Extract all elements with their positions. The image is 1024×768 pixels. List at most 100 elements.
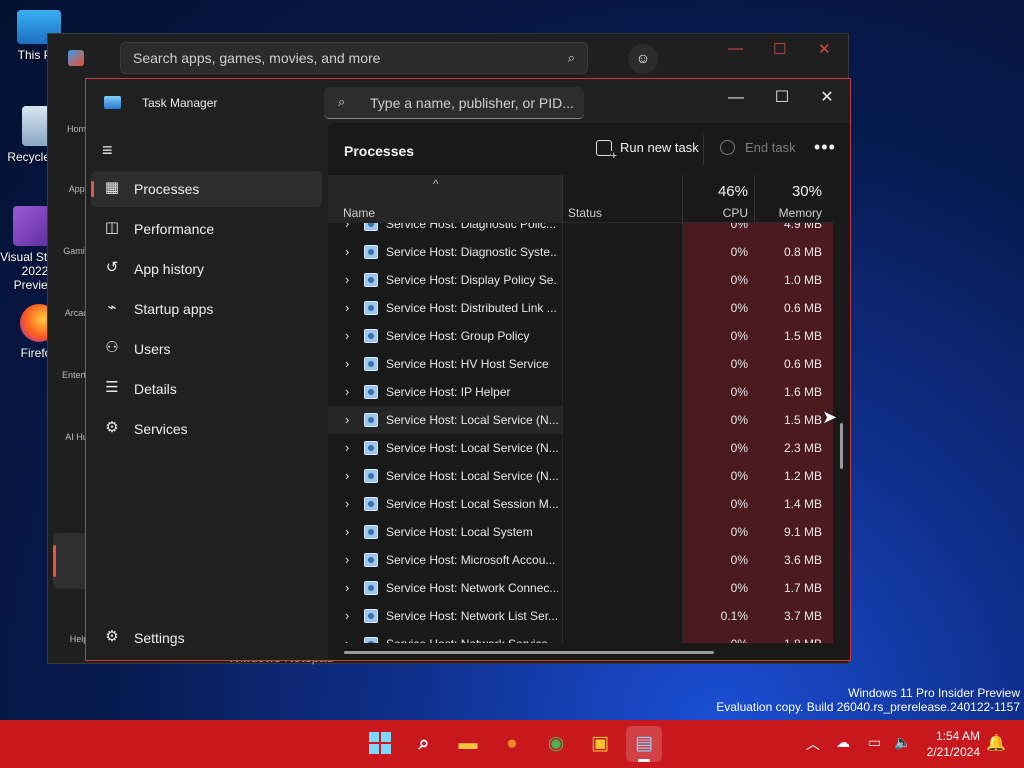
network-icon[interactable]: ▭ [868,734,881,751]
title-bar[interactable]: Task Manager ⌕ Type a name, publisher, o… [86,79,850,123]
process-row[interactable]: › Service Host: IP Helper 0% 1.6 MB [328,378,833,406]
expand-chevron-icon[interactable]: › [345,524,349,539]
nav-users[interactable]: ⚇ Users [91,331,322,367]
expand-chevron-icon[interactable]: › [345,244,349,259]
store-button[interactable]: ▣ [582,726,618,762]
process-row[interactable]: › Service Host: Network Connec... 0% 1.7 MB [328,574,833,602]
memory-total-percent[interactable]: 30% [754,183,822,200]
nav-label: App history [134,261,205,277]
chrome-button[interactable]: ◉ [538,726,574,762]
process-row[interactable]: › Service Host: Network Service 0% 1.8 MB [328,630,833,643]
expand-chevron-icon[interactable]: › [345,440,349,455]
expand-chevron-icon[interactable]: › [345,223,349,231]
column-divider [562,175,563,223]
clock[interactable]: 1:54 AM 2/21/2024 [927,728,980,760]
search-button[interactable]: ⌕ [406,726,442,762]
nav-details[interactable]: ☰ Details [91,371,322,407]
status-column-header[interactable]: Status [568,206,602,220]
file-explorer-button[interactable]: ▬ [450,726,486,762]
expand-chevron-icon[interactable]: › [345,468,349,483]
expand-chevron-icon[interactable]: › [345,412,349,427]
process-cpu: 0% [730,357,748,371]
firefox-button[interactable]: ● [494,726,530,762]
process-memory: 4.9 MB [783,223,822,231]
expand-chevron-icon[interactable]: › [345,496,349,511]
service-host-icon [364,441,378,455]
store-maximize-button[interactable]: ☐ [773,40,786,58]
expand-chevron-icon[interactable]: › [345,608,349,623]
process-cpu: 0% [730,273,748,287]
cpu-column-header[interactable]: CPU [682,206,748,220]
account-icon[interactable]: ☺ [628,44,658,74]
show-hidden-icons-chevron-icon[interactable]: ︿ [806,734,820,754]
expand-chevron-icon[interactable]: › [345,356,349,371]
process-row[interactable]: › Service Host: Local Service (N... 0% 1.5 … [328,406,833,434]
nav-startup-apps[interactable]: ⌁ Startup apps [91,291,322,327]
expand-chevron-icon[interactable]: › [345,300,349,315]
volume-muted-icon[interactable]: 🔈 [894,734,911,751]
horizontal-scrollbar[interactable] [344,651,714,654]
end-task-button[interactable]: End task [720,140,796,155]
expand-chevron-icon[interactable]: › [345,552,349,567]
service-host-icon [364,385,378,399]
name-column-header[interactable]: ^ Name [328,175,562,223]
service-host-icon [364,245,378,259]
process-row[interactable]: › Service Host: Diagnostic Polic... 0% 4.9 … [328,223,833,238]
start-button[interactable] [362,726,398,762]
notification-bell-icon[interactable]: 🔔 [986,733,1006,753]
memory-column-header[interactable]: Memory [754,206,822,220]
process-row[interactable]: › Service Host: Local Service (N... 0% 2.3 … [328,434,833,462]
cpu-total-percent[interactable]: 46% [682,183,748,200]
process-row[interactable]: › Service Host: HV Host Service 0% 0.6 MB [328,350,833,378]
nav-label: Details [134,381,177,397]
nav-services[interactable]: ⚙ Services [91,411,322,447]
process-row[interactable]: › Service Host: Local Service (N... 0% 1.2 … [328,462,833,490]
store-close-button[interactable]: ✕ [818,40,831,58]
service-host-icon [364,553,378,567]
maximize-button[interactable]: ☐ [759,83,805,113]
hamburger-menu-icon[interactable]: ≡ [102,141,120,159]
expand-chevron-icon[interactable]: › [345,384,349,399]
expand-chevron-icon[interactable]: › [345,580,349,595]
process-name: Service Host: Local Service (N... [386,413,558,427]
expand-chevron-icon[interactable]: › [345,272,349,287]
navigation-pane: ≡ ▦ Processes ◫ Performance ↺ App histor… [86,123,328,660]
process-name: Service Host: Network Service [386,637,558,643]
process-cpu: 0% [730,245,748,259]
task-manager-window[interactable]: Task Manager ⌕ Type a name, publisher, o… [85,78,851,661]
store-search-input[interactable]: Search apps, games, movies, and more ⌕ [120,42,588,74]
process-memory: 1.4 MB [783,497,822,511]
close-button[interactable]: ✕ [804,83,850,113]
process-name: Service Host: Diagnostic Polic... [386,223,557,231]
nav-settings[interactable]: ⚙ Settings [91,620,322,656]
process-row[interactable]: › Service Host: Distributed Link ... 0% 0.6… [328,294,833,322]
gear-icon: ⚙ [105,628,119,645]
nav-performance[interactable]: ◫ Performance [91,211,322,247]
process-row[interactable]: › Service Host: Network List Ser... 0.1% 3.… [328,602,833,630]
cloud-offline-icon[interactable]: ☁ [836,734,850,751]
nav-processes[interactable]: ▦ Processes [91,171,322,207]
expand-chevron-icon[interactable]: › [345,636,349,643]
process-memory: 9.1 MB [783,525,822,539]
minimize-button[interactable]: — [713,83,759,113]
process-search-input[interactable]: ⌕ Type a name, publisher, or PID... [324,87,584,119]
process-row[interactable]: › Service Host: Local System 0% 9.1 MB [328,518,833,546]
store-minimize-button[interactable]: — [728,40,743,57]
watermark-line-2: Evaluation copy. Build 26040.rs_prerelea… [716,700,1020,714]
more-options-icon[interactable]: ••• [814,137,836,158]
taskbar: ⌕ ▬ ● ◉ ▣ ▤ ︿ ☁ ▭ 🔈 1:54 AM 2/21/2024 🔔 [0,720,1024,768]
vertical-scrollbar[interactable] [840,423,843,469]
task-manager-button[interactable]: ▤ [626,726,662,762]
expand-chevron-icon[interactable]: › [345,328,349,343]
process-row[interactable]: › Service Host: Display Policy Se... 0% 1.0… [328,266,833,294]
run-new-task-button[interactable]: Run new task [596,140,699,164]
process-row[interactable]: › Service Host: Group Policy 0% 1.5 MB [328,322,833,350]
process-row[interactable]: › Service Host: Microsoft Accou... 0% 3.6 M… [328,546,833,574]
process-row[interactable]: › Service Host: Diagnostic Syste... 0% 0.8 … [328,238,833,266]
process-name: Service Host: Local Service (N... [386,469,558,483]
nav-app-history[interactable]: ↺ App history [91,251,322,287]
process-row[interactable]: › Service Host: Local Session M... 0% 1.4 M… [328,490,833,518]
process-list[interactable]: › Service Host: Diagnostic Polic... 0% 4.9 … [328,223,833,643]
nav-label: Processes [134,181,200,197]
mouse-cursor-icon: ➤ [822,407,838,427]
